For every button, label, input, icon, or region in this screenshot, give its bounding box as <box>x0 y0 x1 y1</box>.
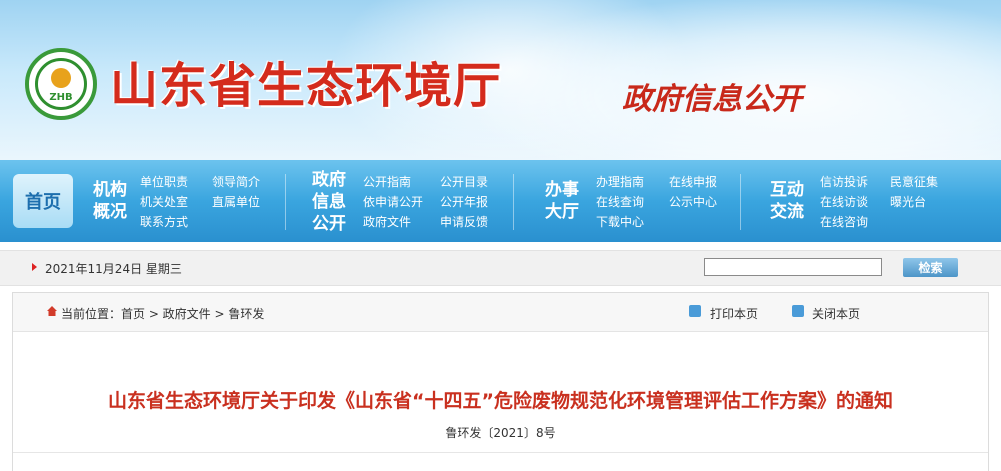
bullet-arrow-icon <box>32 263 37 271</box>
nav-link[interactable]: 在线访谈 <box>820 195 868 209</box>
logo-text: ZHB <box>49 92 73 103</box>
document-number: 鲁环发〔2021〕8号 <box>445 426 556 440</box>
breadcrumb[interactable]: 当前位置：首页 > 政府文件 > 鲁环发 <box>61 305 264 322</box>
nav-link[interactable]: 公开目录 <box>440 175 488 189</box>
close-page-link[interactable]: 关闭本页 <box>812 305 860 322</box>
nav-link[interactable]: 申请反馈 <box>440 215 488 229</box>
nav-link[interactable]: 曝光台 <box>890 195 926 209</box>
nav-separator <box>513 174 514 230</box>
nav-group-title-service-hall[interactable]: 办事 大厅 <box>545 179 579 223</box>
nav-link[interactable]: 在线咨询 <box>820 215 868 229</box>
current-date: 2021年11月24日 星期三 <box>45 262 182 276</box>
nav-link[interactable]: 公开年报 <box>440 195 488 209</box>
nav-link[interactable]: 在线申报 <box>669 175 717 189</box>
nav-separator <box>285 174 286 230</box>
nav-link[interactable]: 联系方式 <box>140 215 188 229</box>
nav-group-title-jigou[interactable]: 机构 概况 <box>93 179 127 223</box>
document-title: 山东省生态环境厅关于印发《山东省“十四五”危险废物规范化环境管理评估工作方案》的… <box>108 390 893 412</box>
nav-link[interactable]: 民意征集 <box>890 175 938 189</box>
nav-link[interactable]: 在线查询 <box>596 195 644 209</box>
nav-link[interactable]: 办理指南 <box>596 175 644 189</box>
nav-link[interactable]: 单位职责 <box>140 175 188 189</box>
nav-group-title-interaction[interactable]: 互动 交流 <box>770 179 804 223</box>
nav-link[interactable]: 信访投诉 <box>820 175 868 189</box>
nav-link[interactable]: 领导简介 <box>212 175 260 189</box>
logo[interactable]: ZHB <box>25 48 97 120</box>
section-title: 政府信息公开 <box>622 82 802 117</box>
nav-link[interactable]: 政府文件 <box>363 215 411 229</box>
content-frame: 当前位置：首页 > 政府文件 > 鲁环发 打印本页 关闭本页 山东省生态环境厅关… <box>12 292 989 471</box>
search-button[interactable]: 检索 <box>903 258 958 277</box>
print-page-link[interactable]: 打印本页 <box>710 305 758 322</box>
nav-group-title-gov-info[interactable]: 政府 信息 公开 <box>312 169 346 235</box>
nav-link[interactable]: 公示中心 <box>669 195 717 209</box>
site-title: 山东省生态环境厅 <box>110 58 503 114</box>
close-icon[interactable] <box>792 305 804 317</box>
main-nav: 首页 机构 概况 单位职责 机关处室 联系方式 领导简介 直属单位 政府 信息 … <box>0 160 1001 242</box>
divider <box>13 452 988 453</box>
nav-link[interactable]: 直属单位 <box>212 195 260 209</box>
nav-link[interactable]: 下载中心 <box>596 215 644 229</box>
date-search-bar: 2021年11月24日 星期三 检索 <box>0 250 1001 286</box>
nav-link[interactable]: 公开指南 <box>363 175 411 189</box>
nav-link[interactable]: 机关处室 <box>140 195 188 209</box>
home-icon <box>47 306 57 316</box>
nav-separator <box>740 174 741 230</box>
nav-link[interactable]: 依申请公开 <box>363 195 423 209</box>
nav-home-button[interactable]: 首页 <box>13 174 73 228</box>
breadcrumb-bar: 当前位置：首页 > 政府文件 > 鲁环发 打印本页 关闭本页 <box>13 293 988 332</box>
header-banner: ZHB 山东省生态环境厅 政府信息公开 <box>0 0 1001 160</box>
search-input[interactable] <box>704 258 882 276</box>
print-icon[interactable] <box>689 305 701 317</box>
